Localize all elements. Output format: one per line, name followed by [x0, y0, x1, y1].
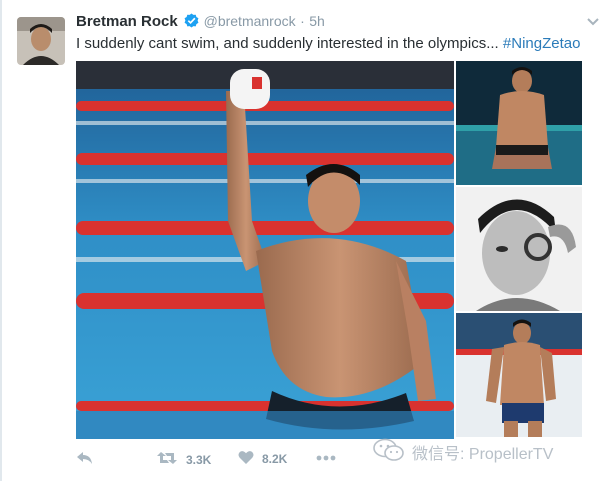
avatar[interactable]	[17, 17, 65, 65]
thumbnail-photo-2[interactable]	[456, 187, 582, 311]
hashtag-link[interactable]: #NingZetao	[503, 35, 581, 52]
tweet-body: I suddenly cant swim, and suddenly inter…	[76, 35, 499, 52]
like-count: 8.2K	[262, 452, 288, 466]
tweet-actions: 3.3K 8.2K	[76, 446, 376, 472]
main-photo[interactable]	[76, 61, 454, 439]
watermark-text: 微信号: PropellerTV	[412, 446, 554, 463]
reply-icon	[76, 450, 94, 469]
wechat-logo-icon	[372, 438, 406, 467]
verified-badge-icon	[184, 13, 199, 28]
retweet-icon	[156, 450, 178, 469]
tweet-header: Bretman Rock @bretmanrock · 5h	[76, 13, 325, 33]
frame-border	[0, 0, 2, 481]
more-button[interactable]	[316, 450, 336, 464]
chevron-down-icon[interactable]	[586, 14, 600, 26]
author-handle[interactable]: @bretmanrock	[204, 13, 296, 29]
like-button[interactable]: 8.2K	[238, 450, 287, 468]
retweet-button[interactable]: 3.3K	[156, 450, 211, 469]
thumbnail-photo-3[interactable]	[456, 313, 582, 437]
tweet-text: I suddenly cant swim, and suddenly inter…	[76, 35, 580, 52]
separator-dot: ·	[300, 13, 305, 29]
reply-button[interactable]	[76, 450, 94, 469]
author-name[interactable]: Bretman Rock	[76, 13, 178, 30]
watermark: 微信号: PropellerTV	[372, 438, 554, 467]
thumbnail-photo-1[interactable]	[456, 61, 582, 185]
more-icon	[316, 450, 336, 464]
heart-icon	[238, 450, 254, 468]
media-grid	[76, 61, 582, 439]
timestamp[interactable]: 5h	[309, 13, 325, 29]
retweet-count: 3.3K	[186, 452, 212, 467]
